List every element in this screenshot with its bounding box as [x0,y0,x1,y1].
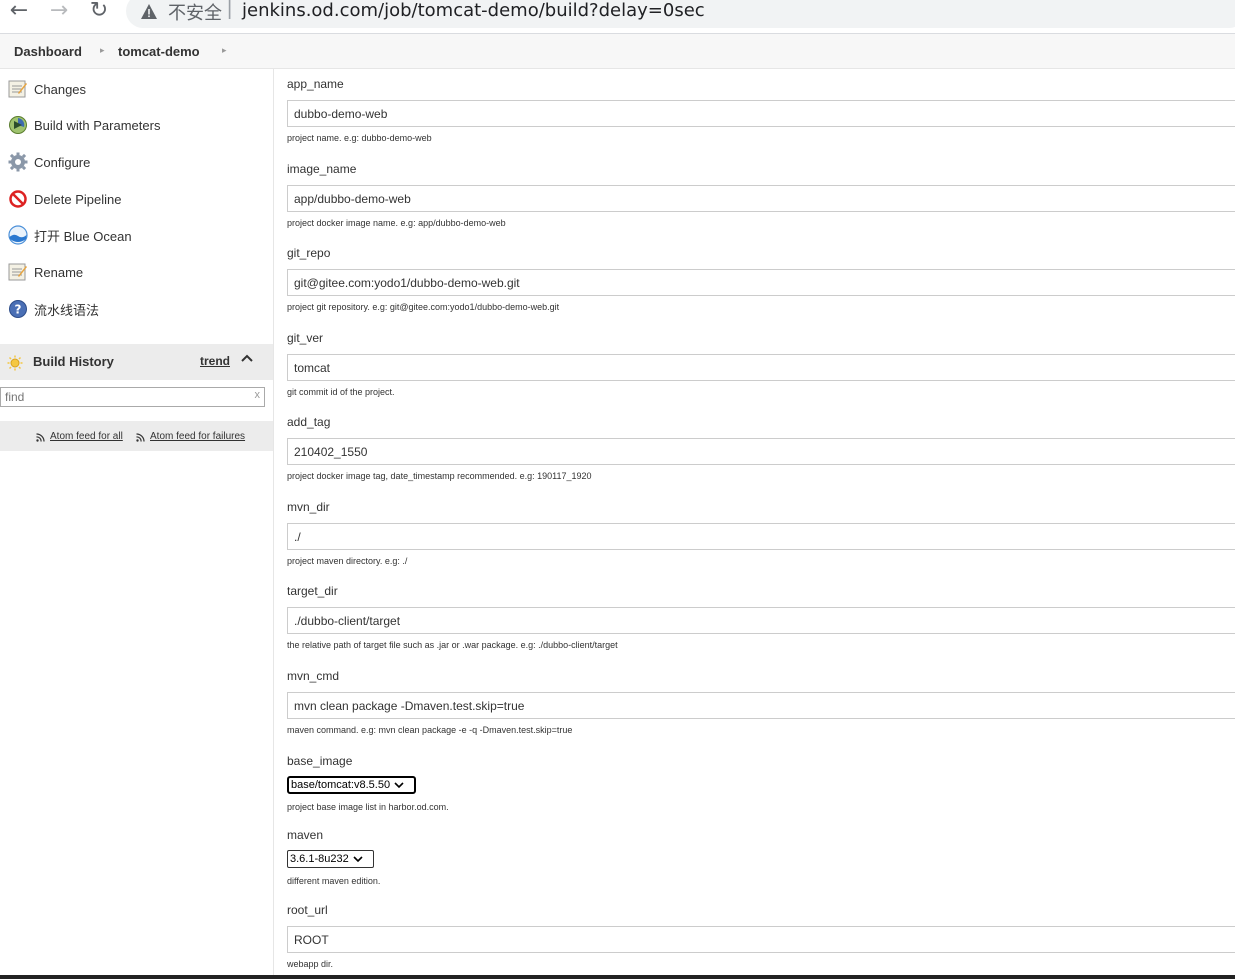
param-description: project docker image tag, date_timestamp… [287,471,592,481]
breadcrumb-job[interactable]: tomcat-demo [118,44,200,59]
param-label: git_repo [287,246,331,260]
window-bottom-edge [0,975,1235,979]
image-name-input[interactable] [287,185,1235,212]
param-label: base_image [287,754,353,768]
param-description: project docker image name. e.g: app/dubb… [287,218,506,228]
svg-text:?: ? [15,303,22,317]
root-url-input[interactable] [287,926,1235,953]
atom-feed-failures-link[interactable]: Atom feed for failures [150,431,245,442]
sidebar-item-configure[interactable]: Configure [0,147,273,177]
param-description: the relative path of target file such as… [287,640,618,650]
url-separator: | [227,0,233,20]
chevron-down-icon [353,856,363,863]
build-parameters-form: app_name project name. e.g: dubbo-demo-w… [274,69,1235,979]
mvn-dir-input[interactable] [287,523,1235,550]
blue-ocean-icon [8,225,28,245]
trend-link[interactable]: trend [200,354,230,368]
rss-feed-icon [36,433,45,442]
sun-icon [7,355,23,371]
url-text[interactable]: jenkins.od.com/job/tomcat-demo/build?del… [242,0,705,21]
select-value: base/tomcat:v8.5.50 [291,779,391,791]
param-label: maven [287,828,324,842]
select-value: 3.6.1-8u232 [290,853,349,865]
breadcrumb-arrow-icon[interactable]: ▸ [222,45,227,56]
mvn-cmd-input[interactable] [287,692,1235,719]
sidebar-item-label: Delete Pipeline [34,191,122,207]
breadcrumb-dashboard[interactable]: Dashboard [14,44,82,59]
clear-search-button[interactable]: x [255,389,261,401]
notepad-icon [8,80,27,98]
param-description: git commit id of the project. [287,387,395,397]
insecure-label: 不安全 [168,3,222,24]
sidebar-item-label: 打开 Blue Ocean [34,228,132,244]
breadcrumb: Dashboard ▸ tomcat-demo ▸ [0,34,1235,69]
chevron-down-icon [394,782,404,789]
param-description: project maven directory. e.g: ./ [287,556,408,566]
base-image-select[interactable]: base/tomcat:v8.5.50 [287,776,416,794]
build-clock-icon [9,116,27,134]
add-tag-input[interactable] [287,438,1235,465]
sidebar-item-pipeline-syntax[interactable]: ? 流水线语法 [0,294,273,324]
address-bar[interactable]: 不安全 | jenkins.od.com/job/tomcat-demo/bui… [126,0,1235,28]
param-label: mvn_dir [287,500,330,514]
back-arrow-icon[interactable]: ← [5,0,33,24]
warning-icon [141,4,157,19]
feed-links: Atom feed for all Atom feed for failures [0,421,273,451]
sidebar-item-label: Configure [34,154,91,170]
reload-icon[interactable]: ↻ [85,0,113,24]
atom-feed-all-link[interactable]: Atom feed for all [50,431,123,442]
param-description: project base image list in harbor.od.com… [287,802,449,812]
param-label: root_url [287,903,328,917]
param-label: add_tag [287,415,331,429]
notepad-icon [8,263,27,281]
param-label: git_ver [287,331,324,345]
sidebar-item-build-with-parameters[interactable]: Build with Parameters [0,110,273,140]
sidebar-item-blue-ocean[interactable]: 打开 Blue Ocean [0,220,273,250]
git-ver-input[interactable] [287,354,1235,381]
maven-select[interactable]: 3.6.1-8u232 [287,850,374,868]
chevron-up-icon[interactable] [240,352,254,366]
gear-icon [8,152,28,172]
build-history-search: x [0,387,265,407]
breadcrumb-arrow-icon[interactable]: ▸ [100,45,105,56]
forward-arrow-icon[interactable]: → [45,0,73,24]
sidebar-item-label: 流水线语法 [34,302,100,318]
browser-toolbar: ← → ↻ 不安全 | jenkins.od.com/job/tomcat-de… [0,0,1235,34]
sidebar-item-rename[interactable]: Rename [0,257,273,287]
no-entry-icon [9,190,27,208]
sidebar-item-changes[interactable]: Changes [0,74,273,104]
search-input[interactable] [5,390,245,404]
sidebar-item-label: Build with Parameters [34,117,161,133]
param-description: project name. e.g: dubbo-demo-web [287,133,432,143]
sidebar-item-label: Rename [34,264,84,280]
build-history-header: Build History trend [0,344,273,380]
param-label: app_name [287,77,344,91]
param-description: maven command. e.g: mvn clean package -e… [287,725,573,735]
param-label: image_name [287,162,357,176]
app-name-input[interactable] [287,100,1235,127]
side-panel: Changes Build with Parameters Configure [0,69,274,979]
git-repo-input[interactable] [287,269,1235,296]
target-dir-input[interactable] [287,607,1235,634]
rss-feed-icon [136,433,145,442]
help-icon: ? [9,300,27,318]
sidebar-item-label: Changes [34,81,87,97]
param-description: project git repository. e.g: git@gitee.c… [287,302,560,312]
param-description: different maven edition. [287,876,381,886]
build-history-title: Build History [33,354,114,369]
param-description: webapp dir. [287,959,334,969]
param-label: target_dir [287,584,338,598]
sidebar-item-delete-pipeline[interactable]: Delete Pipeline [0,184,273,214]
param-label: mvn_cmd [287,669,340,683]
